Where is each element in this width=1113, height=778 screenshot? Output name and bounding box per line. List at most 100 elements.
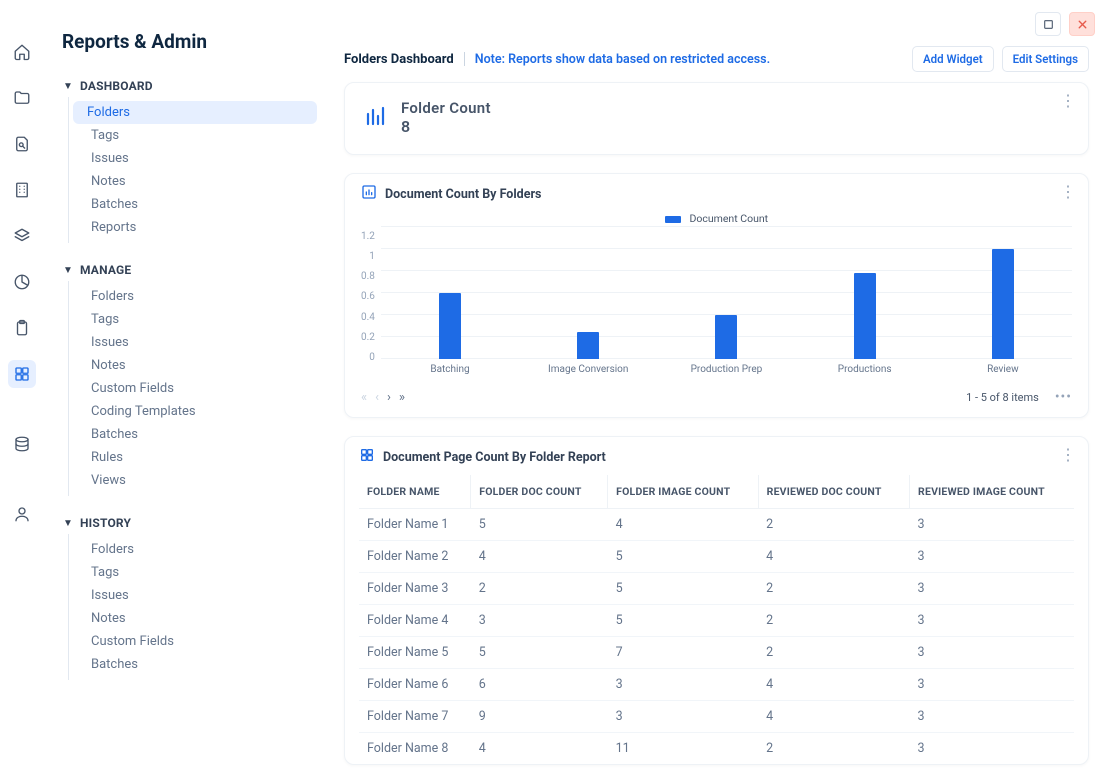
table-cell: 6 (471, 669, 608, 701)
bar-chart-icon (363, 104, 387, 132)
table-cell: Folder Name 1 (359, 509, 471, 541)
section-header-dashboard[interactable]: ▼DASHBOARD (62, 75, 323, 97)
bar[interactable] (577, 332, 599, 360)
sidebar-item-batches[interactable]: Batches (73, 653, 323, 676)
bar-label: Productions (838, 364, 892, 375)
table-row[interactable]: Folder Name 79343 (359, 701, 1074, 733)
pager-prev-icon[interactable]: ‹ (375, 390, 379, 405)
table-cell: 3 (910, 541, 1074, 573)
rail-database-icon[interactable] (8, 430, 36, 458)
table-cell: 4 (471, 541, 608, 573)
add-widget-button[interactable]: Add Widget (912, 46, 994, 72)
section-label: DASHBOARD (80, 79, 153, 93)
pager-last-icon[interactable]: » (399, 390, 405, 405)
sidebar-item-batches[interactable]: Batches (73, 193, 323, 216)
sidebar-item-folders[interactable]: Folders (73, 285, 323, 308)
rail-pie-icon[interactable] (8, 268, 36, 296)
table-cell: 2 (471, 573, 608, 605)
table-row[interactable]: Folder Name 15423 (359, 509, 1074, 541)
rail-search-doc-icon[interactable] (8, 130, 36, 158)
sidebar-item-reports[interactable]: Reports (73, 216, 323, 239)
section-header-history[interactable]: ▼HISTORY (62, 512, 323, 534)
sidebar-item-issues[interactable]: Issues (73, 331, 323, 354)
column-header[interactable]: REVIEWED IMAGE COUNT (910, 475, 1074, 509)
table-cell: Folder Name 4 (359, 605, 471, 637)
bar-cell: Batching (381, 227, 519, 359)
window-restore-button[interactable] (1035, 12, 1061, 36)
sidebar-item-folders[interactable]: Folders (73, 538, 323, 561)
bar[interactable] (992, 249, 1014, 359)
table-card-icon (359, 447, 375, 467)
edit-settings-button[interactable]: Edit Settings (1002, 46, 1089, 72)
sidebar-item-tags[interactable]: Tags (73, 561, 323, 584)
window-controls (338, 12, 1099, 46)
sidebar-item-custom-fields[interactable]: Custom Fields (73, 630, 323, 653)
panel-menu-button[interactable]: ⋮ (1060, 447, 1076, 463)
table-cell: 2 (758, 733, 909, 765)
table-row[interactable]: Folder Name 32523 (359, 573, 1074, 605)
y-tick-label: 0.8 (361, 271, 375, 282)
sidebar-item-batches[interactable]: Batches (73, 423, 323, 446)
table-cell: Folder Name 3 (359, 573, 471, 605)
sidebar-item-views[interactable]: Views (73, 469, 323, 492)
rail-profile-icon[interactable] (8, 500, 36, 528)
table-row[interactable]: Folder Name 24543 (359, 541, 1074, 573)
sidebar-item-folders[interactable]: Folders (73, 101, 317, 124)
column-header[interactable]: REVIEWED DOC COUNT (758, 475, 909, 509)
folder-count-title: Folder Count (401, 99, 491, 117)
nav-rail (0, 0, 44, 778)
table-row[interactable]: Folder Name 43523 (359, 605, 1074, 637)
table-cell: 5 (608, 541, 758, 573)
chart-area: 1.210.80.60.40.20 BatchingImage Conversi… (361, 227, 1072, 377)
window-close-button[interactable] (1069, 12, 1095, 36)
section-label: HISTORY (80, 516, 131, 530)
table-row[interactable]: Folder Name 66343 (359, 669, 1074, 701)
table-row[interactable]: Folder Name 55723 (359, 637, 1074, 669)
table-cell: 2 (758, 605, 909, 637)
sidebar-item-notes[interactable]: Notes (73, 354, 323, 377)
sidebar-item-custom-fields[interactable]: Custom Fields (73, 377, 323, 400)
section-header-manage[interactable]: ▼MANAGE (62, 259, 323, 281)
rail-clipboard-icon[interactable] (8, 314, 36, 342)
y-tick-label: 1 (369, 251, 375, 262)
table-cell: 5 (471, 637, 608, 669)
sidebar-item-coding-templates[interactable]: Coding Templates (73, 400, 323, 423)
rail-building-icon[interactable] (8, 176, 36, 204)
panel-menu-button[interactable]: ⋮ (1060, 93, 1076, 109)
sidebar-item-issues[interactable]: Issues (73, 147, 323, 170)
table-title: Document Page Count By Folder Report (383, 450, 606, 465)
pager-next-icon[interactable]: › (387, 390, 391, 405)
sidebar-item-tags[interactable]: Tags (73, 308, 323, 331)
table-row[interactable]: Folder Name 841123 (359, 733, 1074, 765)
column-header[interactable]: FOLDER DOC COUNT (471, 475, 608, 509)
bar-cell: Production Prep (657, 227, 795, 359)
table-cell: 7 (608, 637, 758, 669)
column-header[interactable]: FOLDER IMAGE COUNT (608, 475, 758, 509)
rail-layers-icon[interactable] (8, 222, 36, 250)
bar[interactable] (854, 273, 876, 359)
table-cell: 5 (608, 573, 758, 605)
pager-first-icon[interactable]: « (361, 390, 367, 405)
rail-dashboard-icon[interactable] (8, 360, 36, 388)
column-header[interactable]: FOLDER NAME (359, 475, 471, 509)
table-cell: 4 (758, 541, 909, 573)
rail-folder-icon[interactable] (8, 84, 36, 112)
sidebar-item-issues[interactable]: Issues (73, 584, 323, 607)
sidebar-item-notes[interactable]: Notes (73, 607, 323, 630)
report-table: FOLDER NAMEFOLDER DOC COUNTFOLDER IMAGE … (359, 475, 1074, 764)
table-cell: 2 (758, 637, 909, 669)
section-label: MANAGE (80, 263, 131, 277)
bar[interactable] (715, 315, 737, 359)
table-cell: 5 (608, 605, 758, 637)
document-page-count-table-panel: ⋮ Document Page Count By Folder Report F… (344, 436, 1089, 765)
chart-more-icon[interactable]: ••• (1055, 389, 1072, 405)
panel-menu-button[interactable]: ⋮ (1060, 184, 1076, 200)
table-cell: 3 (910, 509, 1074, 541)
table-cell: 3 (910, 669, 1074, 701)
sidebar-item-notes[interactable]: Notes (73, 170, 323, 193)
rail-home-icon[interactable] (8, 38, 36, 66)
sidebar-item-tags[interactable]: Tags (73, 124, 323, 147)
bar[interactable] (439, 293, 461, 359)
bar-label: Review (987, 364, 1019, 375)
sidebar-item-rules[interactable]: Rules (73, 446, 323, 469)
